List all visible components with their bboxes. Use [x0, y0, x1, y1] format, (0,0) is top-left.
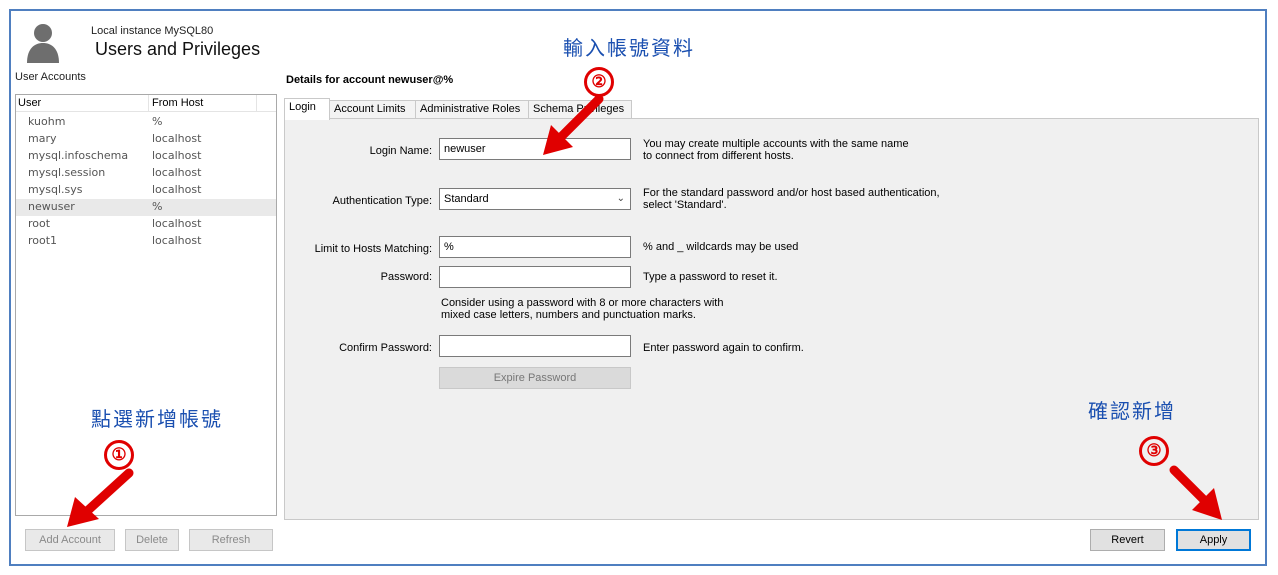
row-host: %: [152, 115, 163, 128]
page-title: Users and Privileges: [95, 39, 261, 59]
password-input[interactable]: [439, 266, 631, 288]
password-label: Password:: [380, 271, 432, 283]
revert-button[interactable]: Revert: [1090, 529, 1165, 551]
tab-login[interactable]: Login: [284, 98, 330, 120]
delete-button[interactable]: Delete: [125, 529, 179, 551]
arrow-to-apply-icon: [1169, 465, 1222, 520]
password-note-2: mixed case letters, numbers and punctuat…: [441, 309, 696, 321]
table-row[interactable]: root localhost: [16, 216, 276, 233]
table-row[interactable]: mysql.infoschema localhost: [16, 148, 276, 165]
table-row-selected[interactable]: newuser%: [16, 199, 276, 216]
row-user: mysql.sys: [28, 183, 83, 196]
expire-password-button[interactable]: Expire Password: [439, 367, 631, 389]
login-name-hint-2: to connect from different hosts.: [643, 150, 794, 162]
auth-type-hint-2: select 'Standard'.: [643, 199, 727, 211]
row-host: %: [152, 200, 163, 213]
add-account-button[interactable]: Add Account: [25, 529, 115, 551]
table-row[interactable]: mary localhost: [16, 131, 276, 148]
refresh-button[interactable]: Refresh: [189, 529, 273, 551]
table-row[interactable]: mysql.sys localhost: [16, 182, 276, 199]
annotation-click-add: 點選新增帳號: [91, 407, 223, 431]
step-1-marker: ①: [104, 440, 134, 470]
details-label: Details for account newuser@%: [286, 74, 454, 86]
password-hint: Type a password to reset it.: [643, 271, 778, 283]
user-rows: kuohm% mary localhost mysql.infoschema loc…: [16, 114, 276, 250]
auth-type-hint-1: For the standard password and/or host ba…: [643, 187, 940, 199]
hosts-label: Limit to Hosts Matching:: [314, 243, 432, 255]
password-note-1: Consider using a password with 8 or more…: [441, 297, 724, 309]
user-avatar-icon: [27, 24, 59, 63]
window-frame: Local instance MySQL80 Users and Privile…: [9, 9, 1267, 566]
login-name-label: Login Name:: [369, 145, 432, 157]
chevron-down-icon: ⌄: [616, 193, 625, 204]
column-from-host[interactable]: From Host: [152, 97, 203, 109]
hosts-input[interactable]: %: [439, 236, 631, 258]
auth-type-label: Authentication Type:: [332, 195, 432, 207]
table-row[interactable]: mysql.session localhost: [16, 165, 276, 182]
row-user: mary: [28, 132, 57, 145]
login-name-hint-1: You may create multiple accounts with th…: [643, 138, 909, 150]
row-user: root1: [28, 234, 58, 247]
row-host: localhost: [152, 183, 202, 196]
arrow-to-add-account-icon: [67, 468, 134, 527]
row-host: localhost: [152, 149, 202, 162]
arrow-to-login-name-icon: [543, 94, 604, 155]
annotation-confirm-add: 確認新增: [1088, 399, 1176, 423]
row-host: localhost: [152, 166, 202, 179]
row-user: mysql.session: [28, 166, 106, 179]
row-user: mysql.infoschema: [28, 149, 129, 162]
confirm-password-hint: Enter password again to confirm.: [643, 342, 804, 354]
column-user[interactable]: User: [18, 97, 41, 109]
row-host: localhost: [152, 234, 202, 247]
tab-account-limits[interactable]: Account Limits: [329, 100, 416, 119]
row-user: newuser: [28, 200, 75, 213]
annotation-enter-info: 輸入帳號資料: [563, 36, 695, 60]
user-accounts-list[interactable]: User From Host kuohm% mary localhost mysq…: [15, 94, 277, 516]
table-row[interactable]: root1 localhost: [16, 233, 276, 250]
tab-administrative-roles[interactable]: Administrative Roles: [415, 100, 529, 119]
instance-subtitle: Local instance MySQL80: [91, 25, 214, 37]
row-host: localhost: [152, 132, 202, 145]
hosts-hint: % and _ wildcards may be used: [643, 241, 799, 253]
list-header: User From Host: [16, 95, 276, 112]
user-accounts-label: User Accounts: [15, 71, 86, 83]
table-row[interactable]: kuohm%: [16, 114, 276, 131]
auth-type-select[interactable]: Standard ⌄: [439, 188, 631, 210]
row-user: root: [28, 217, 51, 230]
confirm-password-input[interactable]: [439, 335, 631, 357]
confirm-password-label: Confirm Password:: [339, 342, 432, 354]
row-host: localhost: [152, 217, 202, 230]
row-user: kuohm: [28, 115, 66, 128]
auth-type-value: Standard: [444, 193, 489, 205]
apply-button[interactable]: Apply: [1176, 529, 1251, 551]
login-tab-content: Login Name: newuser You may create multi…: [284, 118, 1259, 520]
step-3-marker: ③: [1139, 436, 1169, 466]
